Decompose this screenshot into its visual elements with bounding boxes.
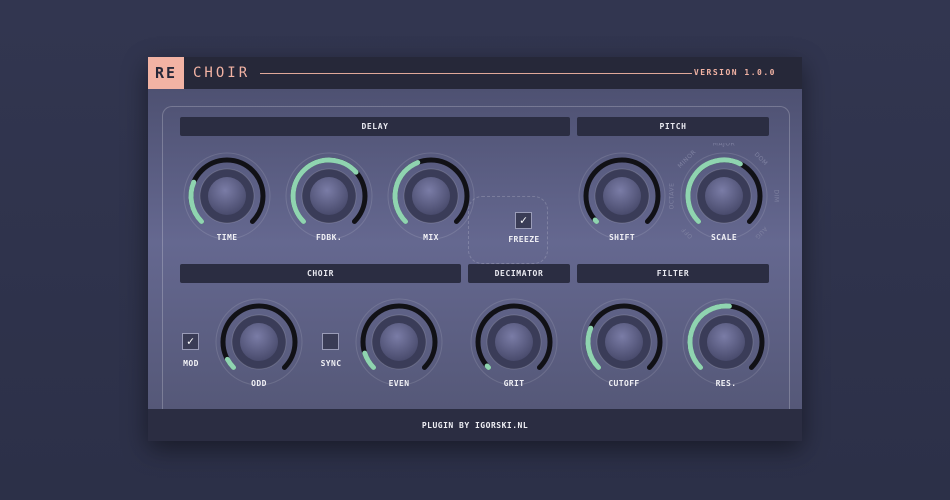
feedback-knob[interactable]: [285, 152, 373, 240]
res-knob-graphic: [682, 298, 770, 386]
even-knob[interactable]: [355, 298, 443, 386]
freeze-checkbox[interactable]: ✓: [515, 212, 532, 229]
odd-knob[interactable]: [215, 298, 303, 386]
freeze-group: [468, 196, 548, 264]
scale-note-label: DOM: [753, 151, 769, 167]
cutoff-knob-graphic: [580, 298, 668, 386]
even-label: EVEN: [388, 379, 410, 388]
scale-note-label: MAJOR: [713, 143, 735, 148]
cutoff-knob[interactable]: [580, 298, 668, 386]
mix-knob[interactable]: [387, 152, 475, 240]
plugin-title: CHOIR: [193, 65, 251, 81]
section-choir: CHOIR: [180, 264, 461, 283]
odd-label: ODD: [251, 379, 267, 388]
section-pitch: PITCH: [577, 117, 769, 136]
version-label: VERSION 1.0.0: [693, 68, 776, 77]
section-delay: DELAY: [180, 117, 570, 136]
controls-area: DELAY PITCH TIME FDBK. MIX ✓ FREEZE SHIF…: [148, 89, 802, 427]
even-knob-graphic: [355, 298, 443, 386]
scale-label: SCALE: [710, 233, 738, 242]
credit-link[interactable]: PLUGIN BY IGORSKI.NL: [422, 421, 528, 430]
scale-note-label: MINOR: [677, 149, 698, 170]
scale-note-label: OCTAVE: [669, 183, 676, 210]
odd-knob-graphic: [215, 298, 303, 386]
shift-knob-graphic: [578, 152, 666, 240]
shift-knob[interactable]: [578, 152, 666, 240]
time-value-arc: [188, 179, 205, 224]
mix-label: MIX: [423, 233, 439, 242]
grit-value-arc: [484, 363, 492, 370]
sync-checkbox[interactable]: [322, 333, 339, 350]
odd-value-arc: [224, 356, 237, 370]
freeze-label: FREEZE: [508, 235, 540, 244]
time-label: TIME: [216, 233, 238, 242]
cutoff-value-arc: [585, 325, 602, 370]
res-label: RES.: [715, 379, 737, 388]
section-decimator: DECIMATOR: [468, 264, 570, 283]
even-value-arc: [362, 350, 377, 370]
mix-knob-graphic: [387, 152, 475, 240]
grit-knob[interactable]: [470, 298, 558, 386]
feedback-knob-graphic: [285, 152, 373, 240]
logo: RE: [148, 57, 184, 89]
plugin-window: RE CHOIR VERSION 1.0.0 DELAY PITCH TIME …: [148, 57, 802, 441]
header-divider: [260, 73, 692, 74]
section-filter: FILTER: [577, 264, 769, 283]
cutoff-label: CUTOFF: [608, 379, 640, 388]
time-knob-graphic: [183, 152, 271, 240]
plugin-footer: PLUGIN BY IGORSKI.NL: [148, 409, 802, 441]
shift-value-arc: [592, 217, 600, 224]
feedback-label: FDBK.: [315, 233, 343, 242]
mod-checkbox[interactable]: ✓: [182, 333, 199, 350]
scale-note-label: DIM: [773, 189, 780, 202]
plugin-header: RE CHOIR VERSION 1.0.0: [148, 57, 802, 89]
grit-label: GRIT: [503, 379, 525, 388]
shift-label: SHIFT: [608, 233, 636, 242]
time-knob[interactable]: [183, 152, 271, 240]
res-knob[interactable]: [682, 298, 770, 386]
grit-knob-graphic: [470, 298, 558, 386]
